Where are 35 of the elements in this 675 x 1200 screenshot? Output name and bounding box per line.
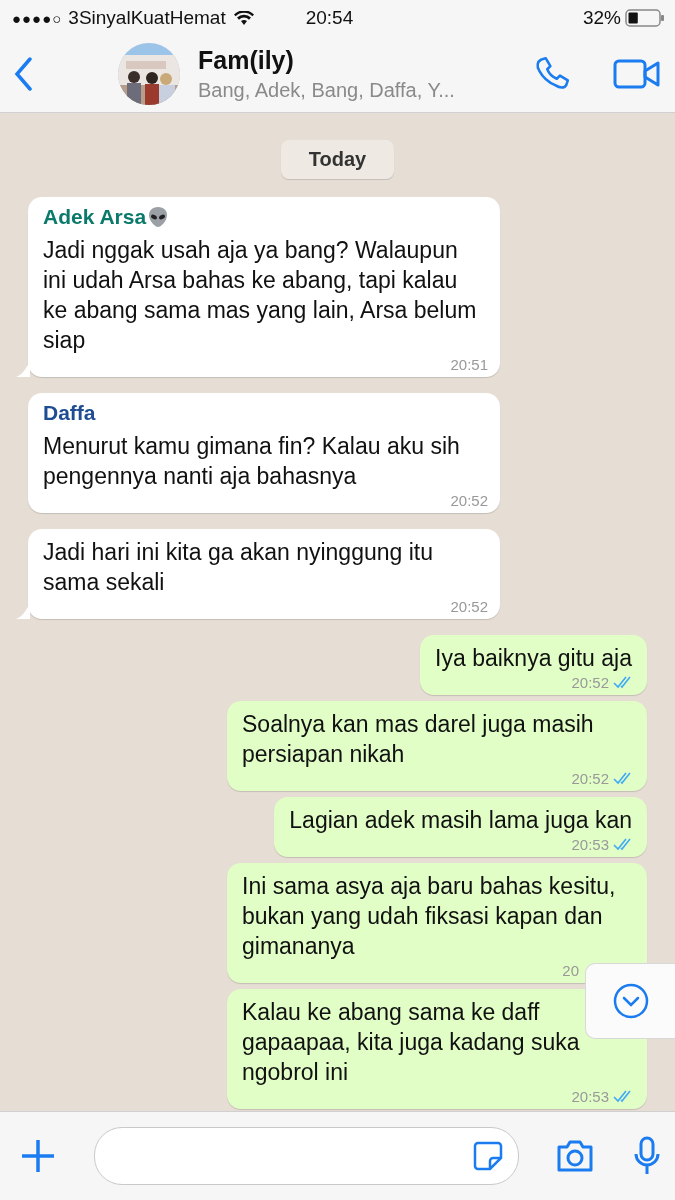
sender-name: Daffa [43, 401, 96, 425]
wifi-icon [233, 10, 254, 26]
carrier-name: 3SinyalKuatHemat [68, 7, 226, 29]
chat-members: Bang, Adek, Bang, Daffa, Y... [198, 79, 456, 102]
clock-time: 20:54 [305, 7, 354, 29]
video-camera-icon[interactable] [613, 58, 661, 90]
message-text: Iya baiknya gitu aja [435, 644, 632, 673]
message-text: Ini sama asya aja baru bahas kesitu, bukan yang udah fiksasi kapan dan gimananya [242, 872, 617, 961]
microphone-icon[interactable] [633, 1136, 661, 1176]
sticker-icon[interactable] [472, 1140, 504, 1172]
message-time: 20:52 [450, 597, 488, 615]
message-text: Lagian adek masih lama juga kan [289, 806, 632, 835]
add-icon[interactable] [20, 1138, 56, 1174]
message-time: 20 [562, 961, 579, 979]
message-time: 20:53 [571, 1087, 609, 1105]
battery-icon [625, 9, 665, 27]
message-time: 20:52 [450, 491, 488, 509]
chat-title[interactable]: Fam(ily) [198, 46, 533, 75]
message-text: Soalnya kan mas darel juga masih persiapan nikah [242, 710, 595, 769]
signal-strength: ●●●●○ [12, 9, 63, 27]
message-time: 20:53 [571, 835, 609, 853]
battery-percent: 32% [582, 7, 621, 29]
message-text: Jadi hari ini kita ga akan nyinggung itu sama sekali [43, 538, 434, 597]
chevron-down-icon [612, 983, 649, 1019]
message-time: 20:51 [450, 355, 488, 373]
camera-icon[interactable] [555, 1139, 595, 1173]
message-input-field[interactable] [94, 1127, 519, 1185]
message-text: Kalau ke abang sama ke daff gapaapaa, kita juga kadang suka ngobrol ini [242, 998, 581, 1087]
message-text: Menurut kamu gimana fin? Kalau aku sih pengennya nanti aja bahasnya [43, 432, 461, 491]
message-time: 20:52 [571, 769, 609, 787]
scroll-down-button[interactable] [585, 963, 675, 1039]
date-chip: Today [280, 140, 395, 179]
sender-name: Adek Arsa [43, 205, 147, 229]
message-time: 20:52 [571, 673, 609, 691]
message-text: Jadi nggak usah aja ya bang? Walaupun ini udah Arsa bahas ke abang, tapi kalau ke abang sama mas yang lain, Arsa belum siap [43, 236, 478, 355]
